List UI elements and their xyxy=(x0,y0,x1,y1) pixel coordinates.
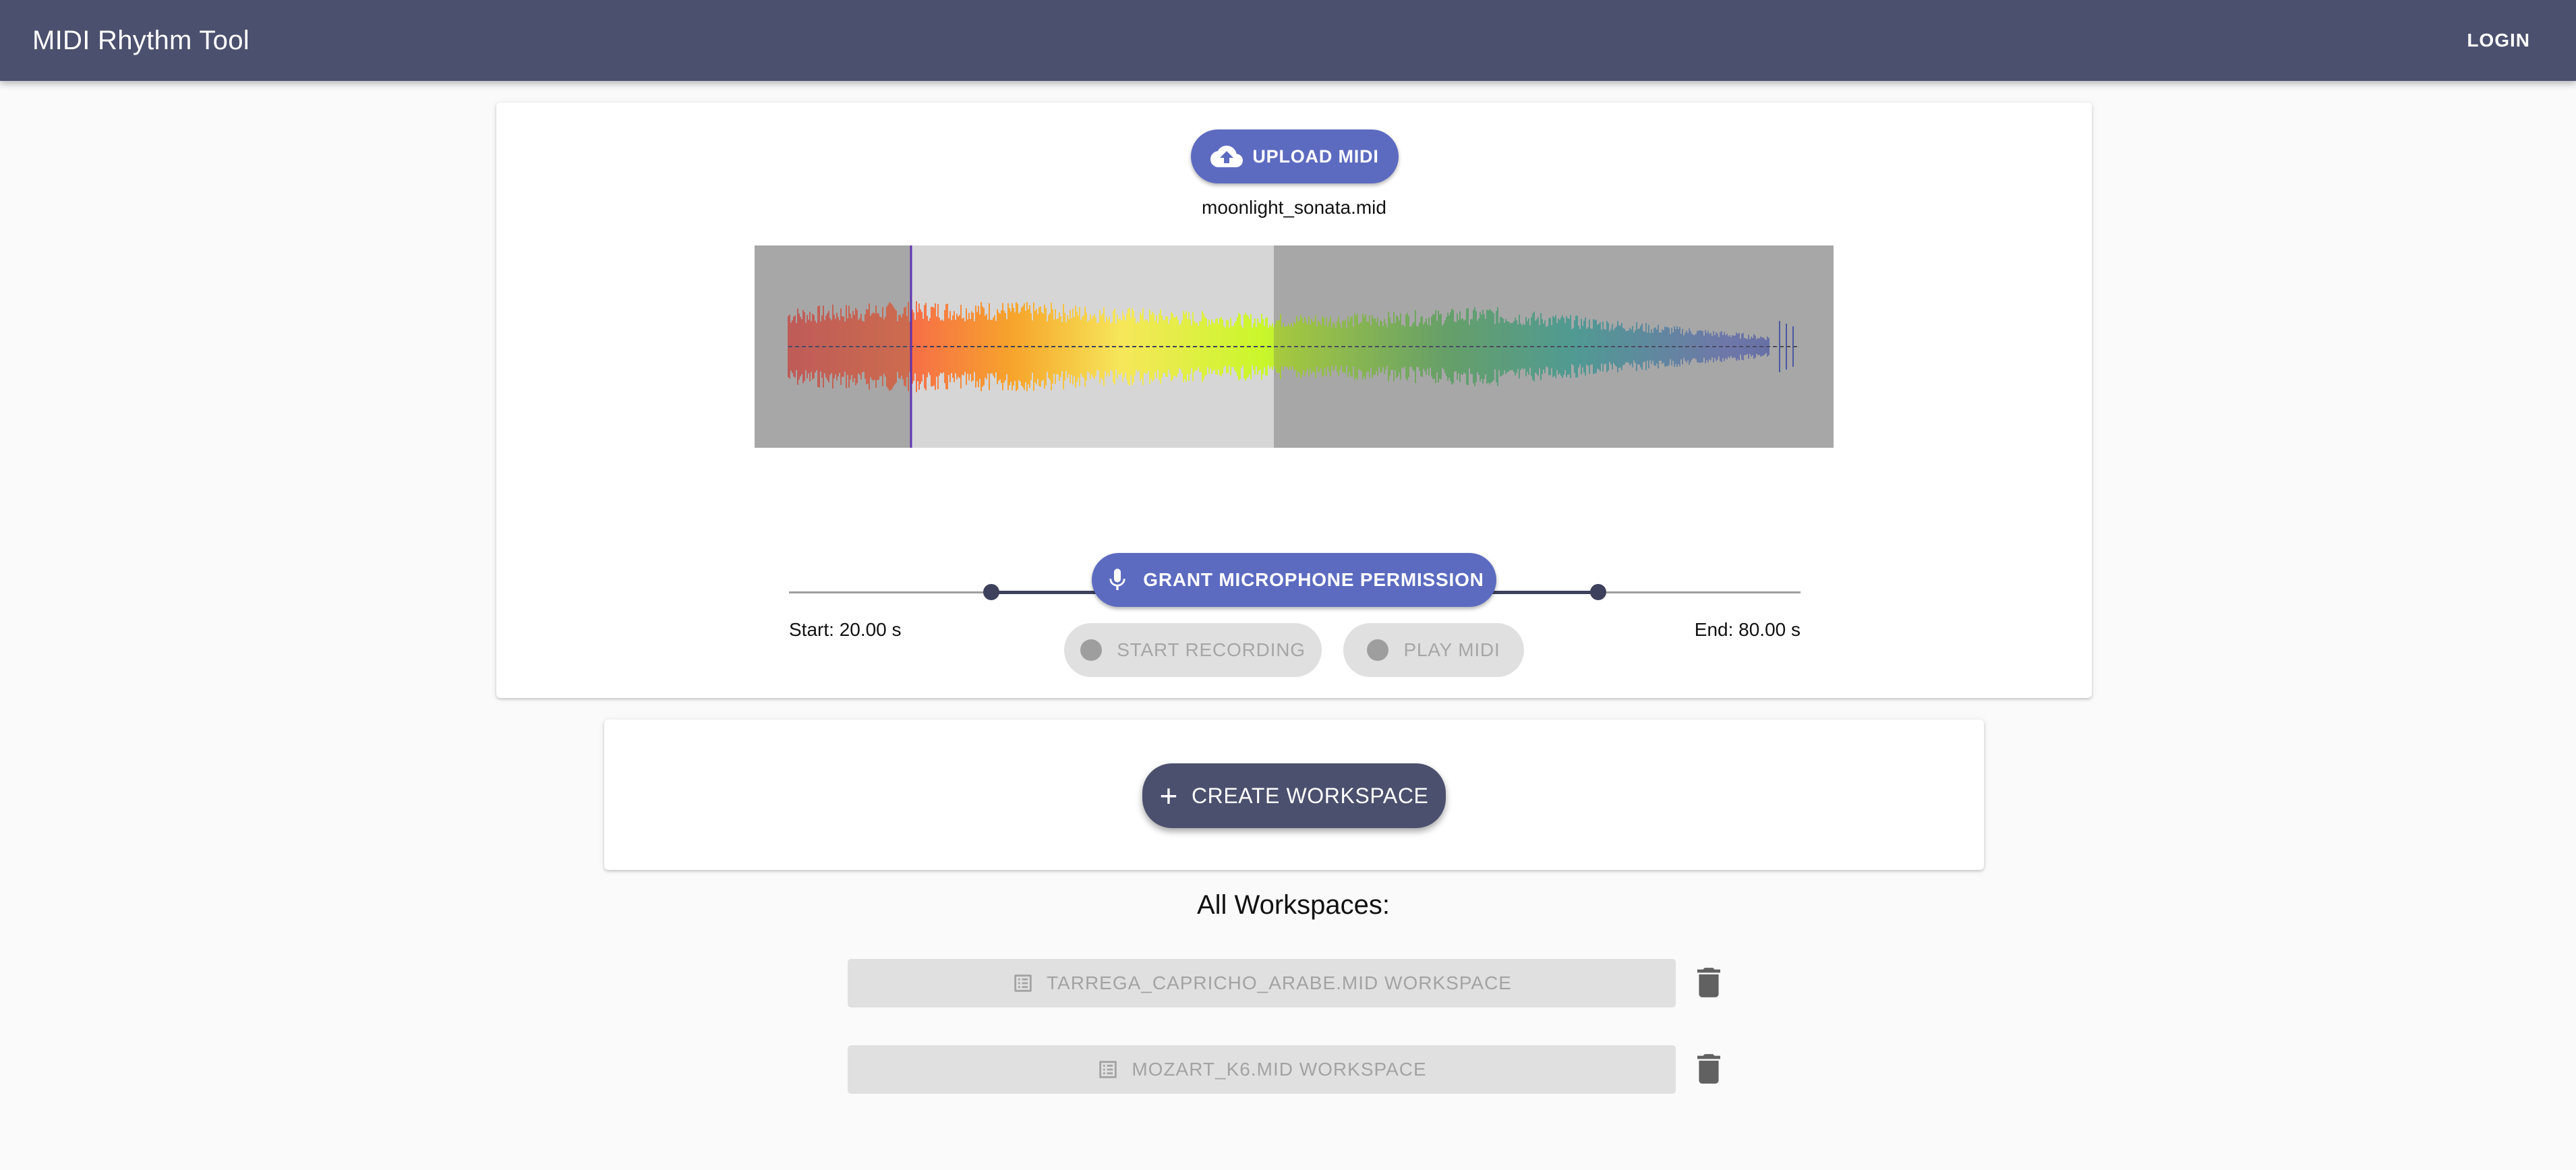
trash-icon xyxy=(1697,1053,1720,1084)
cloud-upload-icon xyxy=(1210,146,1243,167)
workspaces-heading: All Workspaces: xyxy=(1196,890,1390,920)
selected-filename: moonlight_sonata.mid xyxy=(1202,197,1386,218)
play-midi-label: PLAY MIDI xyxy=(1403,639,1500,660)
slider-thumb-start[interactable] xyxy=(983,584,999,600)
waveform-display[interactable] xyxy=(755,245,1834,448)
play-midi-button[interactable]: PLAY MIDI xyxy=(1343,623,1524,677)
start-recording-label: START RECORDING xyxy=(1117,639,1306,660)
upload-midi-button[interactable]: UPLOAD MIDI xyxy=(1191,129,1399,183)
slider-thumb-end[interactable] xyxy=(1590,584,1606,600)
workspace-item[interactable]: MOZART_K6.MID WORKSPACE xyxy=(848,1045,1676,1094)
waveform-mask-left xyxy=(755,245,911,448)
app-bar: MIDI Rhythm Tool LOGIN xyxy=(0,0,2576,81)
login-button[interactable]: LOGIN xyxy=(2453,20,2544,61)
create-workspace-label: CREATE WORKSPACE xyxy=(1191,783,1429,808)
list-icon xyxy=(1099,1061,1117,1078)
start-recording-button[interactable]: START RECORDING xyxy=(1064,623,1322,677)
workspace-item-label: TARREGA_CAPRICHO_ARABE.MID WORKSPACE xyxy=(1047,972,1512,993)
trash-icon xyxy=(1697,967,1720,997)
grant-microphone-button[interactable]: GRANT MICROPHONE PERMISSION xyxy=(1092,553,1496,607)
midi-upload-card: UPLOAD MIDI moonlight_sonata.mid Start: … xyxy=(496,103,2092,698)
waveform-graphic xyxy=(755,245,1834,448)
microphone-icon xyxy=(1109,568,1125,590)
plus-icon: + xyxy=(1159,778,1178,813)
app-title: MIDI Rhythm Tool xyxy=(32,25,250,55)
create-workspace-card: + CREATE WORKSPACE xyxy=(604,720,1984,870)
grant-microphone-label: GRANT MICROPHONE PERMISSION xyxy=(1143,569,1484,590)
create-workspace-button[interactable]: + CREATE WORKSPACE xyxy=(1142,763,1446,828)
upload-midi-label: UPLOAD MIDI xyxy=(1252,146,1379,167)
delete-workspace-button[interactable] xyxy=(1694,1052,1724,1087)
list-icon xyxy=(1014,974,1032,992)
delete-workspace-button[interactable] xyxy=(1694,966,1724,1001)
end-time-label: End: 80.00 s xyxy=(1694,619,1801,640)
record-dot-icon xyxy=(1080,639,1103,661)
waveform-mask-right xyxy=(1274,245,1834,448)
start-time-label: Start: 20.00 s xyxy=(789,619,902,640)
workspace-item-label: MOZART_K6.MID WORKSPACE xyxy=(1132,1059,1427,1080)
play-dot-icon xyxy=(1367,639,1389,661)
workspace-item[interactable]: TARREGA_CAPRICHO_ARABE.MID WORKSPACE xyxy=(848,959,1676,1007)
